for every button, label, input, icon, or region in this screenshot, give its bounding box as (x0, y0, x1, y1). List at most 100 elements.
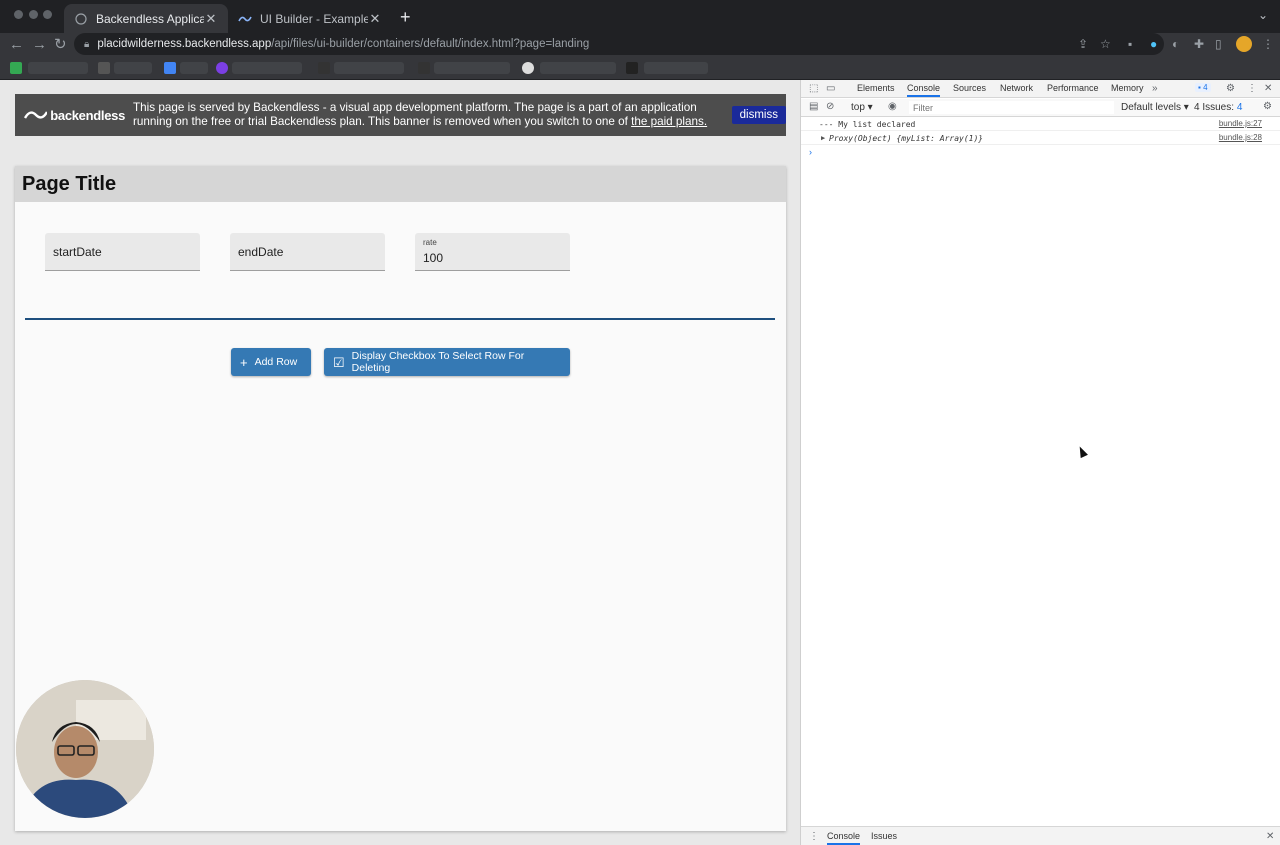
rate-value: 100 (423, 251, 444, 265)
paid-plans-link[interactable]: the paid plans. (631, 115, 707, 128)
tab-elements[interactable]: Elements (857, 83, 895, 93)
dismiss-button[interactable]: dismiss (731, 106, 786, 124)
tab-memory[interactable]: Memory (1111, 83, 1144, 93)
display-checkbox-button[interactable]: ☑ Display Checkbox To Select Row For Del… (324, 348, 570, 376)
minimize-window-button[interactable] (29, 10, 38, 19)
tab-performance[interactable]: Performance (1047, 83, 1099, 93)
backendless-logo-icon (23, 111, 48, 119)
bookmark-item[interactable] (644, 62, 708, 74)
bookmark-item[interactable] (334, 62, 404, 74)
backendless-logo-icon (238, 12, 252, 26)
settings-icon[interactable]: ⚙ (1226, 83, 1235, 94)
end-date-input[interactable]: endDate (230, 233, 385, 271)
back-icon[interactable]: ← (9, 36, 24, 54)
bookmark-icon[interactable] (626, 62, 638, 74)
sidebar-toggle-icon[interactable]: ▤ (809, 101, 818, 112)
more-tabs-icon[interactable]: » (1152, 83, 1158, 94)
bookmarks-bar (0, 57, 1280, 79)
bookmark-item[interactable] (114, 62, 152, 74)
expand-triangle-icon[interactable]: ▶ (821, 134, 825, 142)
tab-title: UI Builder - Example_for_supp (260, 11, 368, 26)
zoom-window-button[interactable] (43, 10, 52, 19)
eye-icon[interactable]: ◉ (888, 101, 897, 112)
console-filter-bar: ▤ ⊘ top ▾ ◉ Default levels ▾ 4 Issues: 4… (801, 99, 1280, 117)
console-message: --- My list declared bundle.js:27 (801, 118, 1280, 131)
log-levels-dropdown[interactable]: Default levels ▾ (1121, 102, 1189, 113)
add-row-button[interactable]: + Add Row (231, 348, 311, 376)
bookmark-item[interactable] (180, 62, 208, 74)
backendless-banner: backendless This page is served by Backe… (15, 94, 786, 136)
clear-console-icon[interactable]: ⊘ (826, 101, 834, 112)
start-date-input[interactable]: startDate (45, 233, 200, 271)
kebab-menu-icon[interactable]: ⋮ (1247, 83, 1257, 94)
devtools-panel: ⬚ ▭ Elements Console Sources Network Per… (800, 80, 1280, 845)
side-panel-icon[interactable]: ▯ (1215, 37, 1222, 51)
webcam-overlay (16, 680, 154, 818)
bookmark-icon[interactable] (216, 62, 228, 74)
drawer-tab-console[interactable]: Console (827, 831, 861, 845)
bookmark-star-icon[interactable]: ☆ (1100, 37, 1111, 51)
devtools-tab-bar: ⬚ ▭ Elements Console Sources Network Per… (801, 80, 1280, 98)
close-window-button[interactable] (14, 10, 23, 19)
tab-network[interactable]: Network (1000, 83, 1033, 93)
divider (25, 318, 775, 320)
new-tab-icon[interactable]: + (400, 8, 411, 26)
issues-counter[interactable]: 4 Issues: 4 (1194, 102, 1242, 113)
console-settings-icon[interactable]: ⚙ (1263, 101, 1272, 112)
inspect-icon[interactable]: ⬚ (809, 83, 818, 94)
tab-search-icon[interactable]: ⌄ (1258, 8, 1268, 22)
bookmark-item[interactable] (232, 62, 302, 74)
drawer-menu-icon[interactable]: ⋮ (809, 831, 819, 842)
bookmark-item[interactable] (540, 62, 616, 74)
globe-icon (74, 12, 88, 26)
rate-input[interactable]: rate 100 (415, 233, 570, 271)
console-message-text: Proxy(Object) {myList: Array(1)} (829, 134, 984, 143)
tab-title: Backendless Application (96, 11, 204, 26)
browser-tab-backendless-app[interactable]: Backendless Application ✕ (64, 4, 228, 33)
end-date-placeholder: endDate (238, 245, 284, 259)
close-tab-icon[interactable]: ✕ (368, 11, 382, 27)
extension-icon[interactable]: ◐ (1172, 37, 1179, 51)
bookmark-icon[interactable] (522, 62, 534, 74)
issues-count: 4 (1236, 102, 1243, 113)
banner-message: This page is served by Backendless - a v… (133, 101, 708, 128)
context-selector[interactable]: top ▾ (851, 102, 873, 113)
menu-icon[interactable]: ⋮ (1262, 37, 1274, 51)
extension-icon[interactable]: ▪ (1128, 37, 1132, 51)
extension-icon[interactable]: ● (1150, 37, 1157, 51)
forward-icon[interactable]: → (32, 36, 47, 54)
bookmark-icon[interactable] (10, 62, 22, 74)
console-message[interactable]: ▶ Proxy(Object) {myList: Array(1)} bundl… (801, 132, 1280, 145)
url-host: placidwilderness.backendless.app (97, 38, 272, 50)
plus-icon: + (240, 354, 248, 370)
tab-sources[interactable]: Sources (953, 83, 986, 93)
url-path: /api/files/ui-builder/containers/default… (271, 38, 590, 50)
close-drawer-icon[interactable]: ✕ (1266, 831, 1274, 842)
bookmark-item[interactable] (28, 62, 88, 74)
message-count-badge[interactable]: ▪ 4 (1195, 83, 1211, 92)
bookmark-icon[interactable] (98, 62, 110, 74)
browser-tab-strip: Backendless Application ✕ UI Builder - E… (0, 0, 1280, 33)
tab-console[interactable]: Console (907, 83, 941, 97)
close-tab-icon[interactable]: ✕ (204, 11, 218, 27)
address-bar[interactable]: 🔒︎ placidwilderness.backendless.app /api… (74, 33, 1164, 55)
drawer-tab-issues[interactable]: Issues (871, 831, 897, 841)
profile-avatar[interactable] (1236, 36, 1252, 52)
browser-toolbar: ← → ↻ 🔒︎ placidwilderness.backendless.ap… (0, 33, 1280, 57)
lock-icon: 🔒︎ (84, 38, 90, 50)
console-filter-input[interactable] (909, 101, 1114, 114)
console-source-link[interactable]: bundle.js:28 (1219, 133, 1262, 142)
page-title: Page Title (22, 172, 117, 195)
device-toggle-icon[interactable]: ▭ (826, 83, 835, 94)
bookmark-item[interactable] (434, 62, 510, 74)
close-icon[interactable]: ✕ (1264, 83, 1272, 94)
browser-tab-ui-builder[interactable]: UI Builder - Example_for_supp ✕ (228, 4, 392, 33)
bookmark-icon[interactable] (164, 62, 176, 74)
bookmark-icon[interactable] (418, 62, 430, 74)
bookmark-icon[interactable] (318, 62, 330, 74)
reload-icon[interactable]: ↻ (54, 36, 67, 54)
console-prompt-icon[interactable]: › (809, 147, 812, 157)
share-icon[interactable]: ⇪ (1078, 37, 1088, 51)
console-source-link[interactable]: bundle.js:27 (1219, 119, 1262, 128)
puzzle-icon[interactable]: ✚ (1194, 37, 1204, 51)
